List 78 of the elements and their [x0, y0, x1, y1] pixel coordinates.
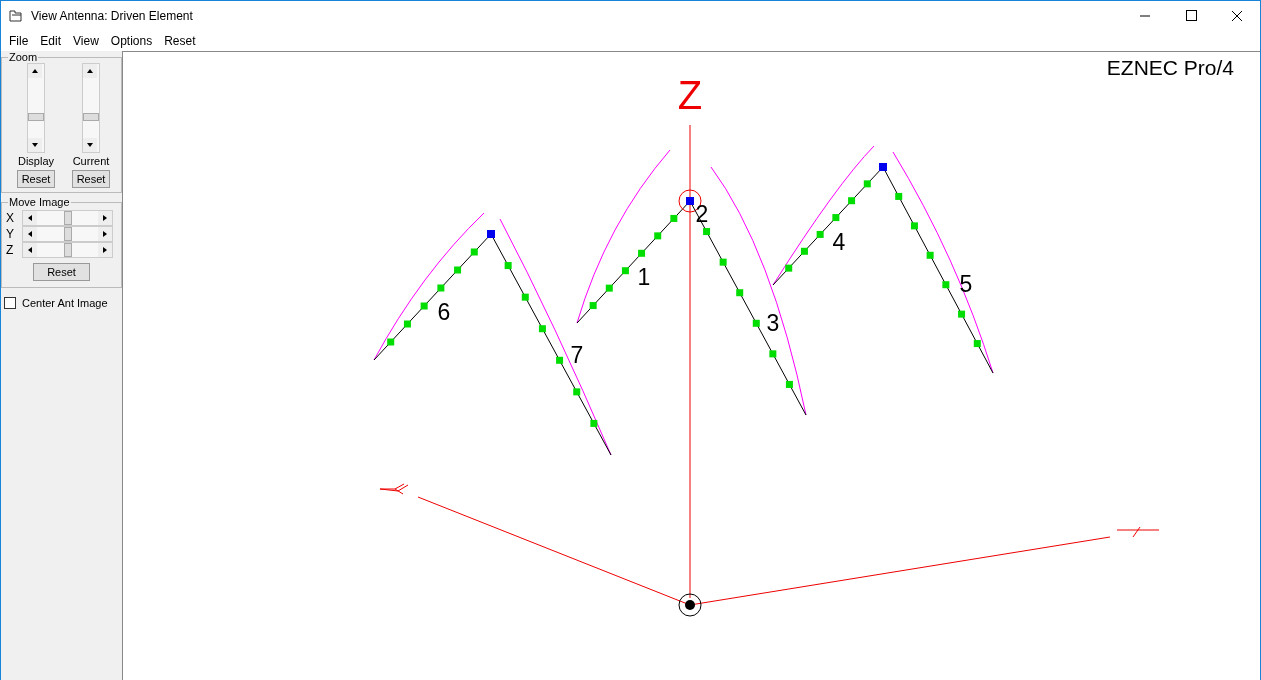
menu-item[interactable]: File — [3, 34, 35, 48]
segment-marker — [621, 267, 629, 275]
menu-item[interactable]: Reset — [158, 34, 202, 48]
wire-number: 2 — [695, 201, 709, 227]
wire-junction — [879, 163, 887, 171]
axis-label: Y — [6, 227, 15, 241]
segment-marker — [470, 248, 478, 256]
segment-marker — [590, 419, 598, 427]
wire-number: 7 — [570, 342, 584, 368]
horizontal-scrollbar[interactable] — [22, 210, 113, 226]
wire-number: 6 — [437, 299, 451, 325]
scrollbar-thumb[interactable] — [28, 112, 44, 121]
scrollbar-thumb[interactable] — [63, 227, 72, 241]
segment-marker — [785, 380, 793, 388]
segment-marker — [605, 284, 613, 292]
horizontal-scrollbar[interactable] — [22, 242, 113, 258]
segment-marker — [521, 293, 529, 301]
segment-marker — [752, 319, 760, 327]
brand-label: EZNEC Pro/4 — [1106, 56, 1234, 80]
vertical-scrollbar[interactable] — [27, 63, 45, 153]
axis-label: X — [6, 211, 15, 225]
segment-marker — [403, 320, 411, 328]
segment-marker — [454, 266, 462, 274]
group-title: Zoom — [8, 51, 39, 63]
segment-marker — [895, 192, 903, 200]
wire-number: 4 — [832, 229, 846, 255]
segment-marker — [910, 222, 918, 230]
horizontal-scrollbar[interactable] — [22, 226, 113, 242]
wire-junction — [487, 230, 495, 238]
group-title: Move Image — [8, 196, 71, 208]
reset-button[interactable]: Reset — [16, 170, 56, 188]
segment-marker — [719, 258, 727, 266]
menu-item[interactable]: Options — [104, 34, 159, 48]
vertical-scrollbar[interactable] — [82, 63, 100, 153]
segment-marker — [926, 251, 934, 259]
wire-number: 3 — [766, 310, 780, 336]
segment-marker — [769, 350, 777, 358]
scrollbar-thumb[interactable] — [63, 243, 72, 257]
slider-label: Display — [17, 155, 55, 167]
window-title: View Antenna: Driven Element — [31, 9, 194, 23]
segment-marker — [437, 284, 445, 292]
origin-marker — [678, 593, 702, 617]
segment-marker — [538, 325, 546, 333]
segment-marker — [800, 247, 808, 255]
segment-marker — [556, 356, 564, 364]
wire-number: 1 — [637, 264, 651, 290]
menu-item[interactable]: Edit — [34, 34, 68, 48]
menu-item[interactable]: View — [67, 34, 105, 48]
segment-marker — [973, 340, 981, 348]
reset-button[interactable]: Reset — [71, 170, 111, 188]
segment-marker — [573, 388, 581, 396]
segment-marker — [848, 197, 856, 205]
segment-marker — [785, 264, 793, 272]
axis-label: Z — [6, 243, 15, 257]
segment-marker — [816, 230, 824, 238]
reset-button[interactable]: Reset — [33, 263, 90, 281]
segment-marker — [654, 232, 662, 240]
segment-marker — [420, 302, 428, 310]
segment-marker — [589, 302, 597, 310]
segment-marker — [832, 214, 840, 222]
axis-label: Z — [677, 73, 703, 117]
wire-junction — [686, 197, 694, 205]
segment-marker — [958, 310, 966, 318]
segment-marker — [942, 281, 950, 289]
scrollbar-thumb[interactable] — [63, 211, 72, 225]
segment-marker — [670, 214, 678, 222]
scrollbar-thumb[interactable] — [83, 112, 99, 121]
checkbox-label: Center Ant Image — [22, 297, 108, 309]
slider-label: Current — [72, 155, 110, 167]
app-icon — [9, 10, 23, 22]
checkbox[interactable] — [4, 297, 16, 309]
segment-marker — [736, 289, 744, 297]
segment-marker — [387, 338, 395, 346]
wire-number: 5 — [959, 271, 973, 297]
segment-marker — [703, 228, 711, 236]
segment-marker — [863, 180, 871, 188]
segment-marker — [504, 262, 512, 270]
segment-marker — [638, 249, 646, 257]
